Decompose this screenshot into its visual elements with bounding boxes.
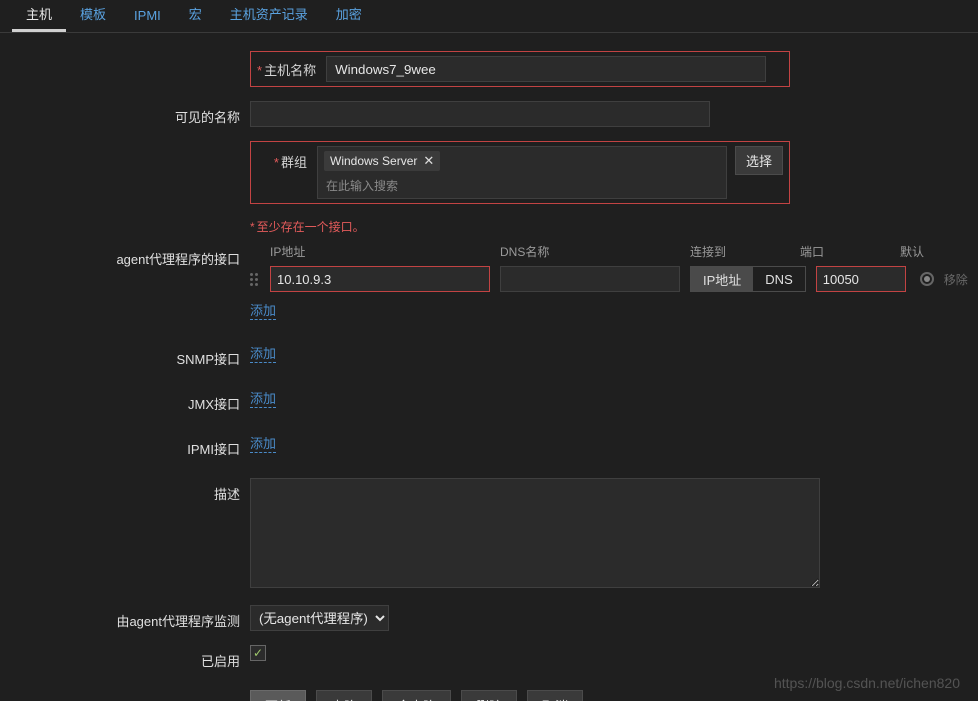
toggle-ip[interactable]: IP地址	[691, 267, 753, 291]
full-clone-button[interactable]: 全克隆	[382, 690, 451, 701]
drag-handle-icon[interactable]	[250, 273, 266, 286]
toggle-dns[interactable]: DNS	[753, 267, 804, 291]
default-radio[interactable]	[920, 272, 934, 286]
add-agent-iface[interactable]: 添加	[250, 303, 276, 320]
row-enabled: 已启用	[0, 645, 978, 670]
cancel-button[interactable]: 取消	[527, 690, 583, 701]
ip-input[interactable]: 10.10.9.3	[270, 266, 490, 292]
col-port: 端口	[800, 243, 900, 260]
hostname-label: *主机名称	[257, 60, 316, 79]
row-visible-name: 可见的名称	[0, 101, 978, 127]
col-ip: IP地址	[270, 243, 500, 260]
tabs: 主机 模板 IPMI 宏 主机资产记录 加密	[0, 0, 978, 33]
group-tag-label: Windows Server	[330, 154, 417, 168]
col-conn: 连接到	[690, 243, 800, 260]
row-snmp: SNMP接口 添加	[0, 343, 978, 368]
monitored-by-label: 由agent代理程序监测	[0, 605, 250, 630]
row-groups: *群组 Windows Server ✕ 在此输入搜索 选择	[0, 141, 978, 204]
add-ipmi[interactable]: 添加	[250, 436, 276, 453]
tab-host[interactable]: 主机	[12, 0, 66, 32]
select-group-button[interactable]: 选择	[735, 146, 783, 175]
col-dns: DNS名称	[500, 243, 690, 260]
connect-toggle[interactable]: IP地址 DNS	[690, 266, 806, 292]
dns-input[interactable]	[500, 266, 680, 292]
groups-label: *群组	[257, 146, 307, 171]
jmx-label: JMX接口	[0, 388, 250, 413]
visible-name-label: 可见的名称	[0, 101, 250, 126]
port-warning: *至少存在一个接口。	[250, 220, 365, 234]
tab-macros[interactable]: 宏	[175, 0, 216, 32]
row-hostname: *主机名称	[0, 51, 978, 87]
row-ipmi: IPMI接口 添加	[0, 433, 978, 458]
row-actions: 更新 克隆 全克隆 删除 取消	[0, 684, 978, 701]
remove-tag-icon[interactable]: ✕	[423, 153, 434, 169]
enabled-checkbox[interactable]	[250, 645, 266, 661]
snmp-label: SNMP接口	[0, 343, 250, 368]
add-snmp[interactable]: 添加	[250, 346, 276, 363]
col-def: 默认	[900, 243, 960, 260]
desc-textarea[interactable]	[250, 478, 820, 588]
row-monitored-by: 由agent代理程序监测 (无agent代理程序)	[0, 605, 978, 631]
group-tag: Windows Server ✕	[324, 151, 440, 171]
enabled-label: 已启用	[0, 645, 250, 670]
desc-label: 描述	[0, 478, 250, 503]
tab-template[interactable]: 模板	[66, 0, 120, 32]
row-jmx: JMX接口 添加	[0, 388, 978, 413]
remove-link[interactable]: 移除	[944, 271, 968, 288]
row-agent-iface: agent代理程序的接口 IP地址 DNS名称 连接到 端口 默认 10.10.…	[0, 243, 978, 319]
row-desc: 描述	[0, 478, 978, 591]
hostname-input[interactable]	[326, 56, 766, 82]
visible-name-input[interactable]	[250, 101, 710, 127]
tab-ipmi[interactable]: IPMI	[120, 0, 175, 32]
add-jmx[interactable]: 添加	[250, 391, 276, 408]
proxy-select[interactable]: (无agent代理程序)	[250, 605, 389, 631]
tab-inventory[interactable]: 主机资产记录	[216, 0, 322, 32]
update-button[interactable]: 更新	[250, 690, 306, 701]
group-search-placeholder[interactable]: 在此输入搜索	[324, 175, 720, 196]
row-port-warning: *至少存在一个接口。	[0, 218, 978, 235]
ipmi-iface-label: IPMI接口	[0, 433, 250, 458]
iface-header: IP地址 DNS名称 连接到 端口 默认	[250, 243, 978, 266]
groups-tagbox[interactable]: Windows Server ✕ 在此输入搜索	[317, 146, 727, 199]
port-input[interactable]: 10050	[816, 266, 906, 292]
tab-encryption[interactable]: 加密	[322, 0, 376, 32]
delete-button[interactable]: 删除	[461, 690, 517, 701]
form: *主机名称 可见的名称 *群组 Windows Server	[0, 33, 978, 701]
agent-iface-label: agent代理程序的接口	[0, 243, 250, 268]
clone-button[interactable]: 克隆	[316, 690, 372, 701]
iface-row: 10.10.9.3 IP地址 DNS 10050 移除	[250, 266, 978, 292]
